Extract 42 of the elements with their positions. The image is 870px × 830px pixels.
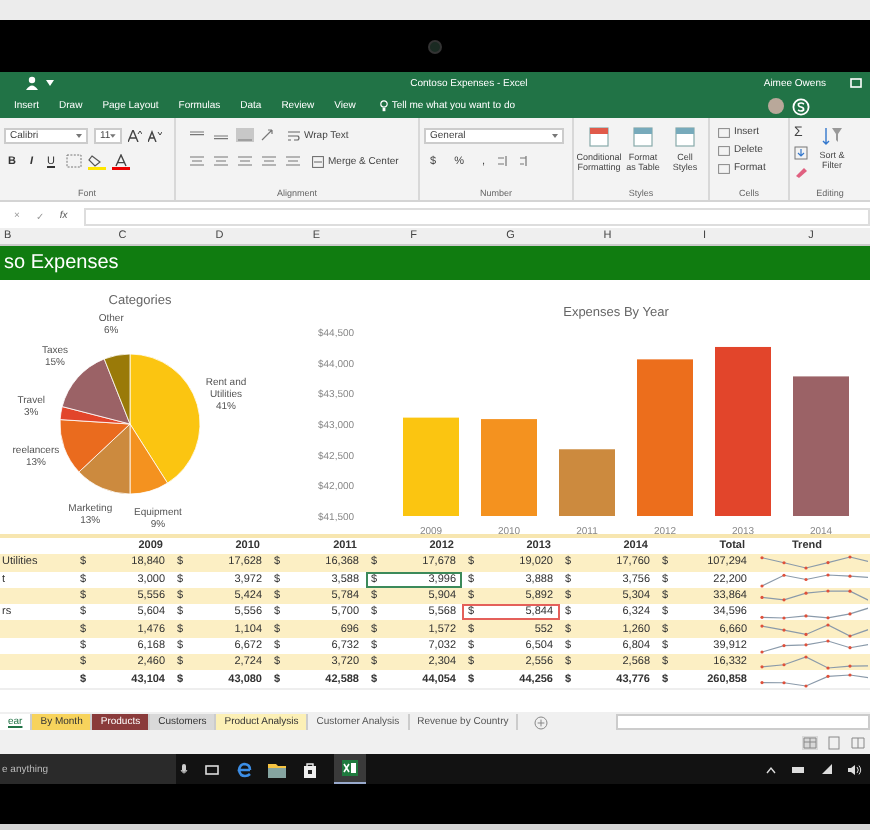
formula-input[interactable] [83,207,870,225]
orientation-icon[interactable] [260,128,278,142]
cell-icon [718,127,730,137]
status-icon[interactable] [792,97,810,115]
store-icon[interactable] [302,761,318,777]
sheet-title: so Expenses [2,252,119,274]
increase-decimal-icon[interactable] [496,154,513,168]
ribbon-display-icon[interactable] [849,78,862,88]
camera-icon [428,39,442,53]
caret-icon [76,133,82,137]
folder-icon[interactable] [268,761,286,777]
caret-icon[interactable] [46,80,54,86]
caret-icon [110,133,116,137]
shrink-font-icon[interactable] [148,129,162,141]
merge-cells-icon [312,155,324,167]
table-style-icon [632,126,654,148]
cell-icon [718,163,730,173]
font-color-icon[interactable] [111,153,129,169]
browser-icon[interactable] [236,761,252,777]
add-sheet-icon[interactable] [534,715,549,729]
user-icon[interactable] [26,76,38,90]
volume-icon[interactable] [848,763,862,775]
avatar-icon[interactable] [768,98,784,114]
caret-up-icon[interactable] [766,765,776,773]
table-style-icon [588,126,610,148]
network-icon[interactable] [822,764,832,774]
wrap-text-icon [288,129,300,141]
battery-icon [792,765,806,773]
eraser-icon[interactable] [794,166,808,178]
lightbulb-icon [379,100,388,112]
horizontal-scrollbar[interactable] [616,714,870,730]
caret-icon [552,133,558,137]
fill-icon[interactable] [794,146,808,160]
cell-icon [718,145,730,155]
table-style-icon [674,126,696,148]
sort-filter-icon [822,126,842,146]
page-break-icon[interactable] [850,736,866,750]
spreadsheet-app-icon[interactable] [334,754,366,784]
fill-color-icon[interactable] [87,153,105,169]
task-view-icon[interactable] [204,763,220,775]
grow-font-icon[interactable] [128,129,142,141]
microphone-icon[interactable] [180,763,188,775]
